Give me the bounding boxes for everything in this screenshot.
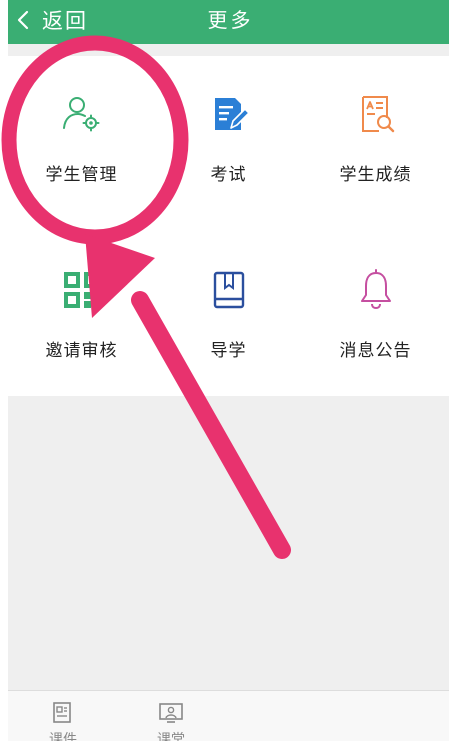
page-title: 更多	[207, 8, 254, 32]
grid-item-student-management[interactable]: 学生管理	[8, 56, 155, 206]
tab-label: 课堂	[157, 732, 185, 741]
more-page: 返回 更多 学生管理 考试 学生成绩 邀请审核 导学 消息公告 课件 课堂	[8, 0, 449, 741]
student-settings-icon	[60, 92, 104, 136]
feature-grid: 学生管理 考试 学生成绩 邀请审核 导学 消息公告	[8, 56, 449, 396]
grid-item-label: 消息公告	[339, 341, 412, 361]
courseware-icon	[53, 702, 71, 723]
grid-item-announcements[interactable]: 消息公告	[302, 232, 449, 382]
bell-icon	[354, 268, 398, 312]
grid-item-label: 导学	[210, 341, 247, 361]
book-icon	[207, 268, 251, 312]
grid-item-label: 学生管理	[45, 165, 118, 185]
tab-courseware[interactable]: 课件	[28, 701, 98, 741]
grid-item-exam[interactable]: 考试	[155, 56, 302, 206]
grid-item-label: 考试	[210, 165, 247, 185]
classroom-icon	[159, 703, 183, 723]
grid-item-label: 学生成绩	[339, 165, 412, 185]
grade-report-icon	[354, 92, 398, 136]
grid-item-label: 邀请审核	[45, 341, 118, 361]
grid-item-invite-review[interactable]: 邀请审核	[8, 232, 155, 382]
bottom-nav: 课件 课堂	[8, 690, 449, 741]
header-bar: 返回 更多	[8, 0, 449, 44]
grid-item-study-guide[interactable]: 导学	[155, 232, 302, 382]
grid-item-student-grades[interactable]: 学生成绩	[302, 56, 449, 206]
qr-code-icon	[60, 268, 104, 312]
tab-label: 课件	[49, 732, 77, 741]
exam-edit-icon	[207, 92, 251, 136]
tab-classroom[interactable]: 课堂	[136, 701, 206, 741]
